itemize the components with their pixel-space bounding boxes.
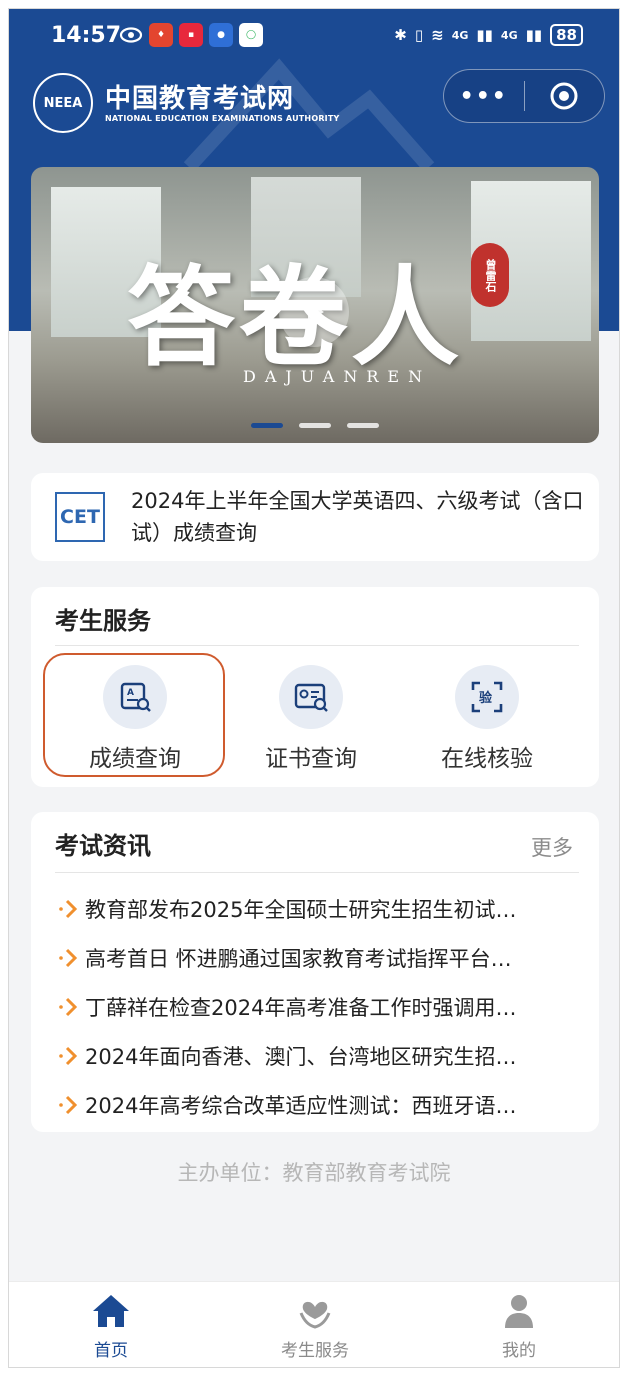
- more-menu-button[interactable]: •••: [444, 84, 524, 109]
- news-item[interactable]: 丁薛祥在检查2024年高考准备工作时强调用…: [55, 982, 575, 1031]
- news-item[interactable]: 教育部发布2025年全国硕士研究生招生初试…: [55, 884, 575, 933]
- signal-icon-2: ▮▮: [525, 26, 543, 44]
- chat-app-icon: ◯: [239, 23, 263, 47]
- cet-badge: CET: [55, 492, 105, 542]
- svg-text:验: 验: [479, 690, 493, 706]
- chevron-right-icon: [59, 1046, 78, 1065]
- video-banner[interactable]: 答卷人 DAJUANREN 曾雷石: [31, 167, 599, 443]
- network-label-1: 4G: [451, 28, 469, 42]
- services-title: 考生服务: [55, 607, 151, 635]
- chevron-right-icon: [59, 1095, 78, 1114]
- chevron-right-icon: [59, 997, 78, 1016]
- carousel-dot-2[interactable]: [299, 423, 331, 428]
- news-item[interactable]: 高考首日 怀进鹏通过国家教育考试指挥平台…: [55, 933, 575, 982]
- app-notification-icon: ♦: [149, 23, 173, 47]
- phone-screen: 14:57 ♦ ▪ ● ◯ ✱ ▯ ≋ 4G ▮▮ 4G ▮▮ 88 NEEA …: [8, 8, 620, 1368]
- certificate-search-icon: [279, 665, 343, 729]
- news-item[interactable]: 2024年面向香港、澳门、台湾地区研究生招…: [55, 1031, 575, 1080]
- bluetooth-icon: ✱: [394, 26, 407, 44]
- carousel-indicator: [251, 423, 379, 428]
- play-button[interactable]: [279, 277, 349, 347]
- home-icon: [93, 1295, 129, 1327]
- exam-news-card: 考试资讯 更多 教育部发布2025年全国硕士研究生招生初试… 高考首日 怀进鹏通…: [31, 812, 599, 1132]
- status-notification-icons: ♦ ▪ ● ◯: [119, 23, 263, 47]
- carousel-dot-3[interactable]: [347, 423, 379, 428]
- organizer-footer: 主办单位：教育部教育考试院: [177, 1161, 451, 1185]
- signal-icon: ▮▮: [476, 26, 493, 44]
- tab-candidate-service-label: 考生服务: [281, 1341, 349, 1361]
- news-item[interactable]: 2024年高考综合改革适应性测试：西班牙语…: [55, 1080, 575, 1129]
- xiaohongshu-icon: ▪: [179, 23, 203, 47]
- news-title: 考试资讯: [55, 832, 151, 860]
- cet-score-announcement[interactable]: CET 2024年上半年全国大学英语四、六级考试（含口试）成绩查询: [31, 473, 599, 561]
- tab-candidate-service[interactable]: 考生服务: [255, 1292, 375, 1361]
- news-more-link[interactable]: 更多: [531, 832, 573, 862]
- profile-icon: [505, 1295, 533, 1328]
- score-search-highlight-outline: [43, 653, 225, 777]
- online-verify-icon: 验: [455, 665, 519, 729]
- close-miniprogram-button[interactable]: [525, 81, 605, 111]
- miniprogram-capsule: •••: [443, 69, 605, 123]
- tab-profile-label: 我的: [502, 1341, 536, 1361]
- site-logo: NEEA 中国教育考试网 NATIONAL EDUCATION EXAMINAT…: [33, 73, 340, 133]
- tab-home[interactable]: 首页: [51, 1292, 171, 1361]
- banner-seal: 曾雷石: [471, 243, 509, 307]
- news-list: 教育部发布2025年全国硕士研究生招生初试… 高考首日 怀进鹏通过国家教育考试指…: [55, 884, 575, 1129]
- status-time: 14:57: [51, 23, 122, 48]
- status-system-icons: ✱ ▯ ≋ 4G ▮▮ 4G ▮▮ 88: [394, 24, 583, 46]
- online-verify-label: 在线核验: [441, 746, 533, 772]
- tab-home-label: 首页: [94, 1341, 128, 1361]
- news-headline: 2024年高考综合改革适应性测试：西班牙语…: [85, 1093, 517, 1118]
- news-headline: 教育部发布2025年全国硕士研究生招生初试…: [85, 897, 517, 922]
- certificate-search-label: 证书查询: [265, 746, 357, 772]
- tab-profile[interactable]: 我的: [459, 1292, 579, 1361]
- chevron-right-icon: [59, 899, 78, 918]
- neea-emblem: NEEA: [33, 73, 93, 133]
- news-headline: 高考首日 怀进鹏通过国家教育考试指挥平台…: [85, 946, 512, 971]
- news-headline: 丁薛祥在检查2024年高考准备工作时强调用…: [85, 995, 517, 1020]
- status-bar: 14:57 ♦ ▪ ● ◯ ✱ ▯ ≋ 4G ▮▮ 4G ▮▮ 88: [9, 9, 619, 65]
- candidate-service-icon: [299, 1301, 331, 1329]
- chevron-right-icon: [59, 948, 78, 967]
- news-headline: 2024年面向香港、澳门、台湾地区研究生招…: [85, 1044, 517, 1069]
- news-divider: [55, 872, 579, 873]
- org-name-en: NATIONAL EDUCATION EXAMINATIONS AUTHORIT…: [105, 113, 340, 123]
- services-divider: [55, 645, 579, 646]
- online-verify-button[interactable]: 验 在线核验: [417, 665, 557, 773]
- vibrate-icon: ▯: [414, 26, 424, 44]
- play-icon: [308, 302, 324, 322]
- target-icon: [550, 82, 578, 110]
- eye-icon: [119, 27, 143, 43]
- baidu-icon: ●: [209, 23, 233, 47]
- org-name-cn: 中国教育考试网: [105, 83, 295, 114]
- bottom-tab-bar: 首页 考生服务 我的: [9, 1281, 619, 1367]
- cet-announcement-text: 2024年上半年全国大学英语四、六级考试（含口试）成绩查询: [131, 489, 584, 545]
- banner-subtitle: DAJUANREN: [243, 367, 432, 386]
- network-label-2: 4G: [500, 28, 518, 42]
- candidate-services-card: 考生服务 A 成绩查询 证书查询 验 在线核验: [31, 587, 599, 787]
- carousel-dot-1[interactable]: [251, 423, 283, 428]
- battery-level: 88: [550, 24, 583, 46]
- wifi-icon: ≋: [431, 26, 444, 44]
- certificate-search-button[interactable]: 证书查询: [241, 665, 381, 773]
